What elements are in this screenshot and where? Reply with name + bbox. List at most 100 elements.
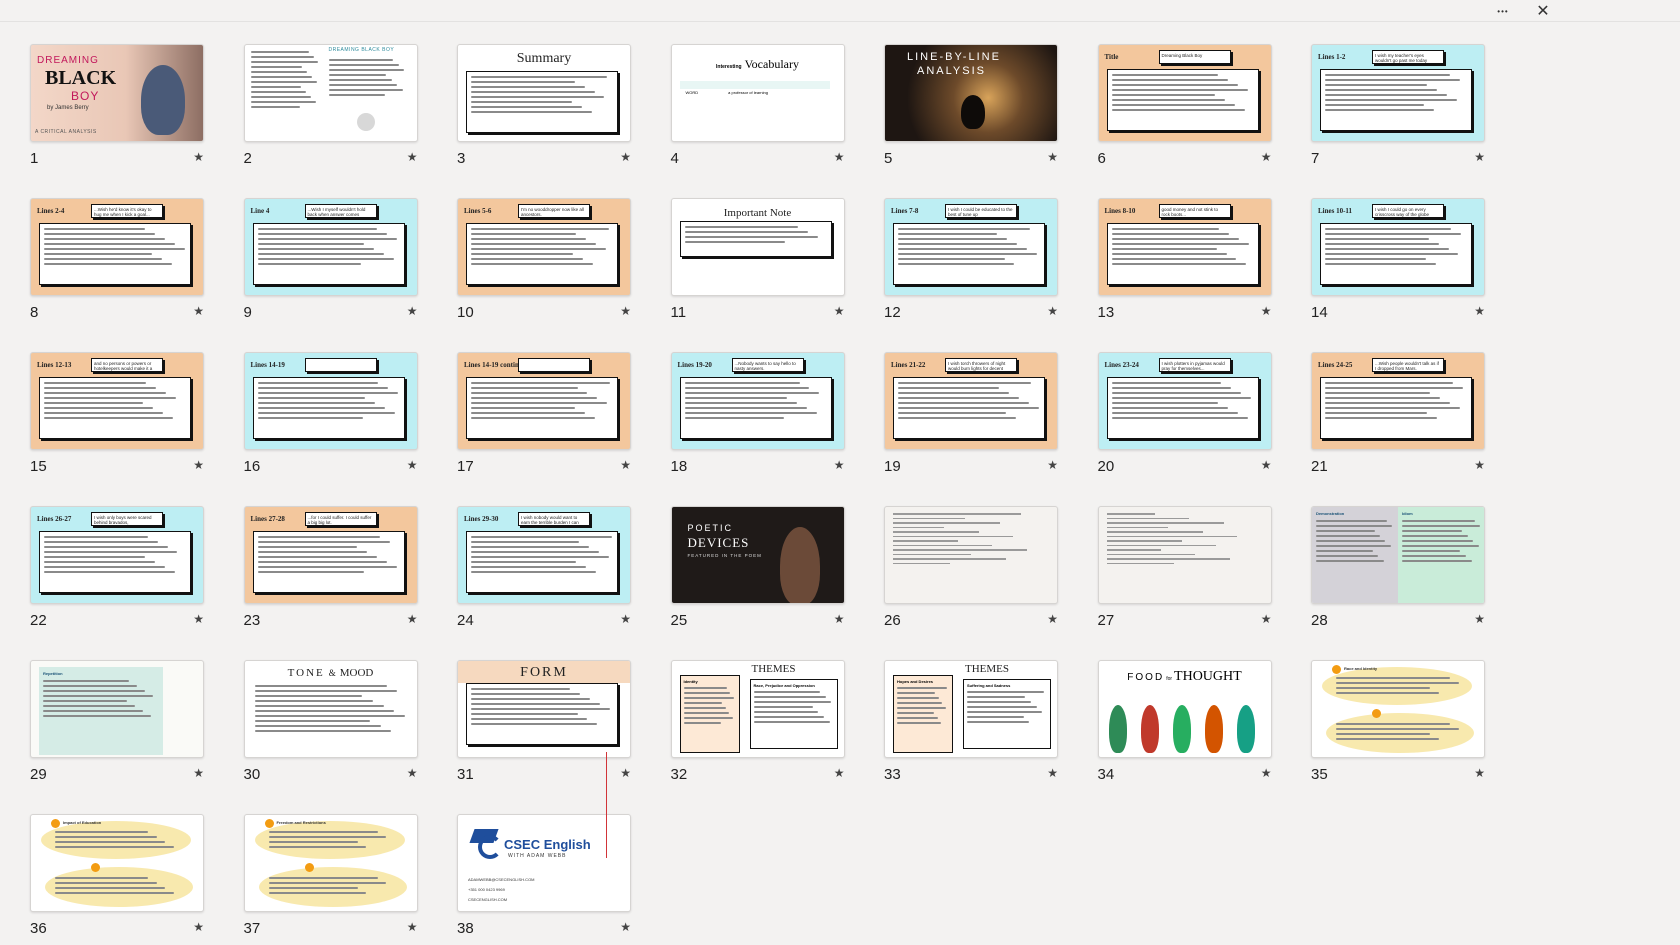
star-icon[interactable]: ★ [1261, 766, 1272, 780]
close-button[interactable]: ✕ [1527, 0, 1559, 22]
slide-thumbnail[interactable]: CSEC English WITH ADAM WEBB ADAMWEBB@CSECE… [457, 814, 631, 912]
slide-thumbnail-cell[interactable]: Lines 1-2 I wish my teacher's eyes wouldn… [1307, 42, 1485, 196]
slide-thumbnail[interactable] [884, 506, 1058, 604]
star-icon[interactable]: ★ [1047, 612, 1058, 626]
slide-thumbnail-cell[interactable]: THEMES Hopes and Desires Suffering and Sad… [880, 658, 1058, 812]
star-icon[interactable]: ★ [834, 612, 845, 626]
slide-thumbnail[interactable]: DREAMING BLACK BOY [243, 44, 418, 142]
slide-thumbnail[interactable]: POETIC DEVICES FEATURED IN THE POEM [670, 506, 845, 604]
star-icon[interactable]: ★ [193, 304, 204, 318]
slide-thumbnail-cell[interactable]: LINE-BY-LINE ANALYSIS 5 ★ [880, 42, 1058, 196]
slide-thumbnail-cell[interactable]: Lines 29-30 I wish nobody would want to e… [453, 504, 631, 658]
star-icon[interactable]: ★ [407, 458, 418, 472]
slide-thumbnail-cell[interactable]: DREAMING BLACK BOY by James Berry A CRITICAL… [26, 42, 204, 196]
slide-thumbnail[interactable]: FOOD for THOUGHT [1097, 660, 1272, 758]
star-icon[interactable]: ★ [1261, 304, 1272, 318]
slide-thumbnail-cell[interactable]: Summary 3 ★ [453, 42, 631, 196]
star-icon[interactable]: ★ [1047, 150, 1058, 164]
slide-thumbnail-cell[interactable]: Interesting Vocabulary WORD a professor of … [667, 42, 845, 196]
slide-thumbnail-cell[interactable]: Repetition 29 ★ [26, 658, 204, 812]
star-icon[interactable]: ★ [407, 920, 418, 934]
slide-thumbnail-cell[interactable]: Important Note 11 ★ [667, 196, 845, 350]
slide-thumbnail[interactable]: Lines 2-4 ...Wish he'd know it's okay to … [30, 198, 204, 296]
star-icon[interactable]: ★ [620, 920, 631, 934]
slide-thumbnail[interactable]: Repetition [30, 660, 204, 758]
star-icon[interactable]: ★ [834, 304, 845, 318]
slide-thumbnail[interactable]: Title Dreaming Black Boy [1097, 44, 1272, 142]
slide-thumbnail-cell[interactable]: POETIC DEVICES FEATURED IN THE POEM 25 ★ [667, 504, 845, 658]
slide-thumbnail[interactable]: Lines 27-28 ...for I could suffer. I coul… [243, 506, 418, 604]
slide-thumbnail-cell[interactable]: Lines 27-28 ...for I could suffer. I coul… [240, 504, 418, 658]
star-icon[interactable]: ★ [1474, 458, 1485, 472]
slide-thumbnail-cell[interactable]: Lines 14-19 continued 17 ★ [453, 350, 631, 504]
star-icon[interactable]: ★ [193, 458, 204, 472]
slide-thumbnail-cell[interactable]: Title Dreaming Black Boy 6 ★ [1094, 42, 1272, 196]
slide-thumbnail[interactable]: THEMES Identity Race, Prejudice and Oppres… [670, 660, 845, 758]
slide-thumbnail[interactable]: Impact of Education [30, 814, 204, 912]
slide-thumbnail[interactable] [1097, 506, 1272, 604]
slide-thumbnail-cell[interactable]: Lines 23-24 I wish plotters in pyjamas wo… [1094, 350, 1272, 504]
slide-thumbnail-cell[interactable]: FOOD for THOUGHT 34 ★ [1094, 658, 1272, 812]
slide-thumbnail[interactable]: LINE-BY-LINE ANALYSIS [884, 44, 1058, 142]
slide-thumbnail-cell[interactable]: 26 ★ [880, 504, 1058, 658]
slide-thumbnail[interactable]: Lines 23-24 I wish plotters in pyjamas wo… [1097, 352, 1272, 450]
slide-thumbnail[interactable]: Interesting Vocabulary WORD a professor of … [670, 44, 845, 142]
slide-thumbnail[interactable]: Lines 12-13 and no persons or powers or h… [30, 352, 204, 450]
slide-thumbnail[interactable]: Lines 24-25 ...Wish people wouldn't talk … [1311, 352, 1485, 450]
slide-thumbnail-cell[interactable]: Lines 7-8 I wish I could be educated to t… [880, 196, 1058, 350]
slide-thumbnail[interactable]: Important Note [670, 198, 845, 296]
star-icon[interactable]: ★ [193, 612, 204, 626]
star-icon[interactable]: ★ [1474, 766, 1485, 780]
star-icon[interactable]: ★ [834, 458, 845, 472]
star-icon[interactable]: ★ [193, 766, 204, 780]
slide-thumbnail-cell[interactable]: Line 4 ...Wish I myself wouldn't hold bac… [240, 196, 418, 350]
slide-thumbnail-cell[interactable]: THEMES Identity Race, Prejudice and Oppres… [667, 658, 845, 812]
star-icon[interactable]: ★ [1047, 458, 1058, 472]
slide-thumbnail-cell[interactable]: Race and Identity 35 ★ [1307, 658, 1485, 812]
star-icon[interactable]: ★ [193, 920, 204, 934]
slide-thumbnail-cell[interactable]: Lines 5-6 I'm no wooddropper now like all… [453, 196, 631, 350]
slide-thumbnail-cell[interactable]: Lines 10-11 I wish I could go on every cr… [1307, 196, 1485, 350]
star-icon[interactable]: ★ [1261, 150, 1272, 164]
star-icon[interactable]: ★ [1474, 304, 1485, 318]
slide-thumbnail-cell[interactable]: Lines 8-10 good money and not stink to ro… [1094, 196, 1272, 350]
slide-thumbnail[interactable]: Lines 19-20 ...Nobody wants to say hello … [670, 352, 845, 450]
slide-thumbnail[interactable]: Demonstration Idiom [1311, 506, 1485, 604]
slide-thumbnail[interactable]: Lines 7-8 I wish I could be educated to t… [884, 198, 1058, 296]
slide-thumbnail-cell[interactable]: Freedom and Restrictions 37 ★ [240, 812, 418, 945]
slide-thumbnail[interactable]: Lines 5-6 I'm no wooddropper now like all… [457, 198, 631, 296]
slide-thumbnail-cell[interactable]: Demonstration Idiom 28 ★ [1307, 504, 1485, 658]
star-icon[interactable]: ★ [1047, 304, 1058, 318]
slide-thumbnail[interactable]: Line 4 ...Wish I myself wouldn't hold bac… [243, 198, 418, 296]
slide-thumbnail-cell[interactable]: Lines 2-4 ...Wish he'd know it's okay to … [26, 196, 204, 350]
slide-thumbnail-cell[interactable]: Lines 21-22 I wish torch throwers of nigh… [880, 350, 1058, 504]
slide-thumbnail[interactable]: Lines 8-10 good money and not stink to ro… [1097, 198, 1272, 296]
slide-thumbnail[interactable]: Freedom and Restrictions [243, 814, 418, 912]
slide-thumbnail[interactable]: FORM [457, 660, 631, 758]
star-icon[interactable]: ★ [834, 150, 845, 164]
slide-thumbnail[interactable]: THEMES Hopes and Desires Suffering and Sad… [884, 660, 1058, 758]
star-icon[interactable]: ★ [620, 150, 631, 164]
slide-thumbnail[interactable]: DREAMING BLACK BOY by James Berry A CRITICAL… [30, 44, 204, 142]
slide-thumbnail[interactable]: Race and Identity [1311, 660, 1485, 758]
slide-thumbnail-cell[interactable]: 27 ★ [1094, 504, 1272, 658]
slide-thumbnail[interactable]: Lines 14-19 continued [457, 352, 631, 450]
slide-thumbnail-cell[interactable]: DREAMING BLACK BOY 2 ★ [240, 42, 418, 196]
star-icon[interactable]: ★ [620, 766, 631, 780]
star-icon[interactable]: ★ [407, 612, 418, 626]
star-icon[interactable]: ★ [620, 458, 631, 472]
star-icon[interactable]: ★ [1474, 612, 1485, 626]
star-icon[interactable]: ★ [407, 304, 418, 318]
slide-thumbnail[interactable]: Lines 10-11 I wish I could go on every cr… [1311, 198, 1485, 296]
star-icon[interactable]: ★ [1261, 458, 1272, 472]
slide-thumbnail-cell[interactable]: CSEC English WITH ADAM WEBB ADAMWEBB@CSECE… [453, 812, 631, 945]
slide-thumbnail[interactable]: Lines 26-27 I wish only boys were scared … [30, 506, 204, 604]
star-icon[interactable]: ★ [407, 766, 418, 780]
slide-thumbnail[interactable]: Lines 21-22 I wish torch throwers of nigh… [884, 352, 1058, 450]
slide-thumbnail-cell[interactable]: Impact of Education 36 ★ [26, 812, 204, 945]
slide-thumbnail-cell[interactable]: Lines 12-13 and no persons or powers or h… [26, 350, 204, 504]
more-options-button[interactable]: ••• [1487, 0, 1519, 22]
star-icon[interactable]: ★ [620, 304, 631, 318]
slide-thumbnail[interactable]: TONE & MOOD [243, 660, 418, 758]
slide-thumbnail[interactable]: Lines 14-19 [243, 352, 418, 450]
